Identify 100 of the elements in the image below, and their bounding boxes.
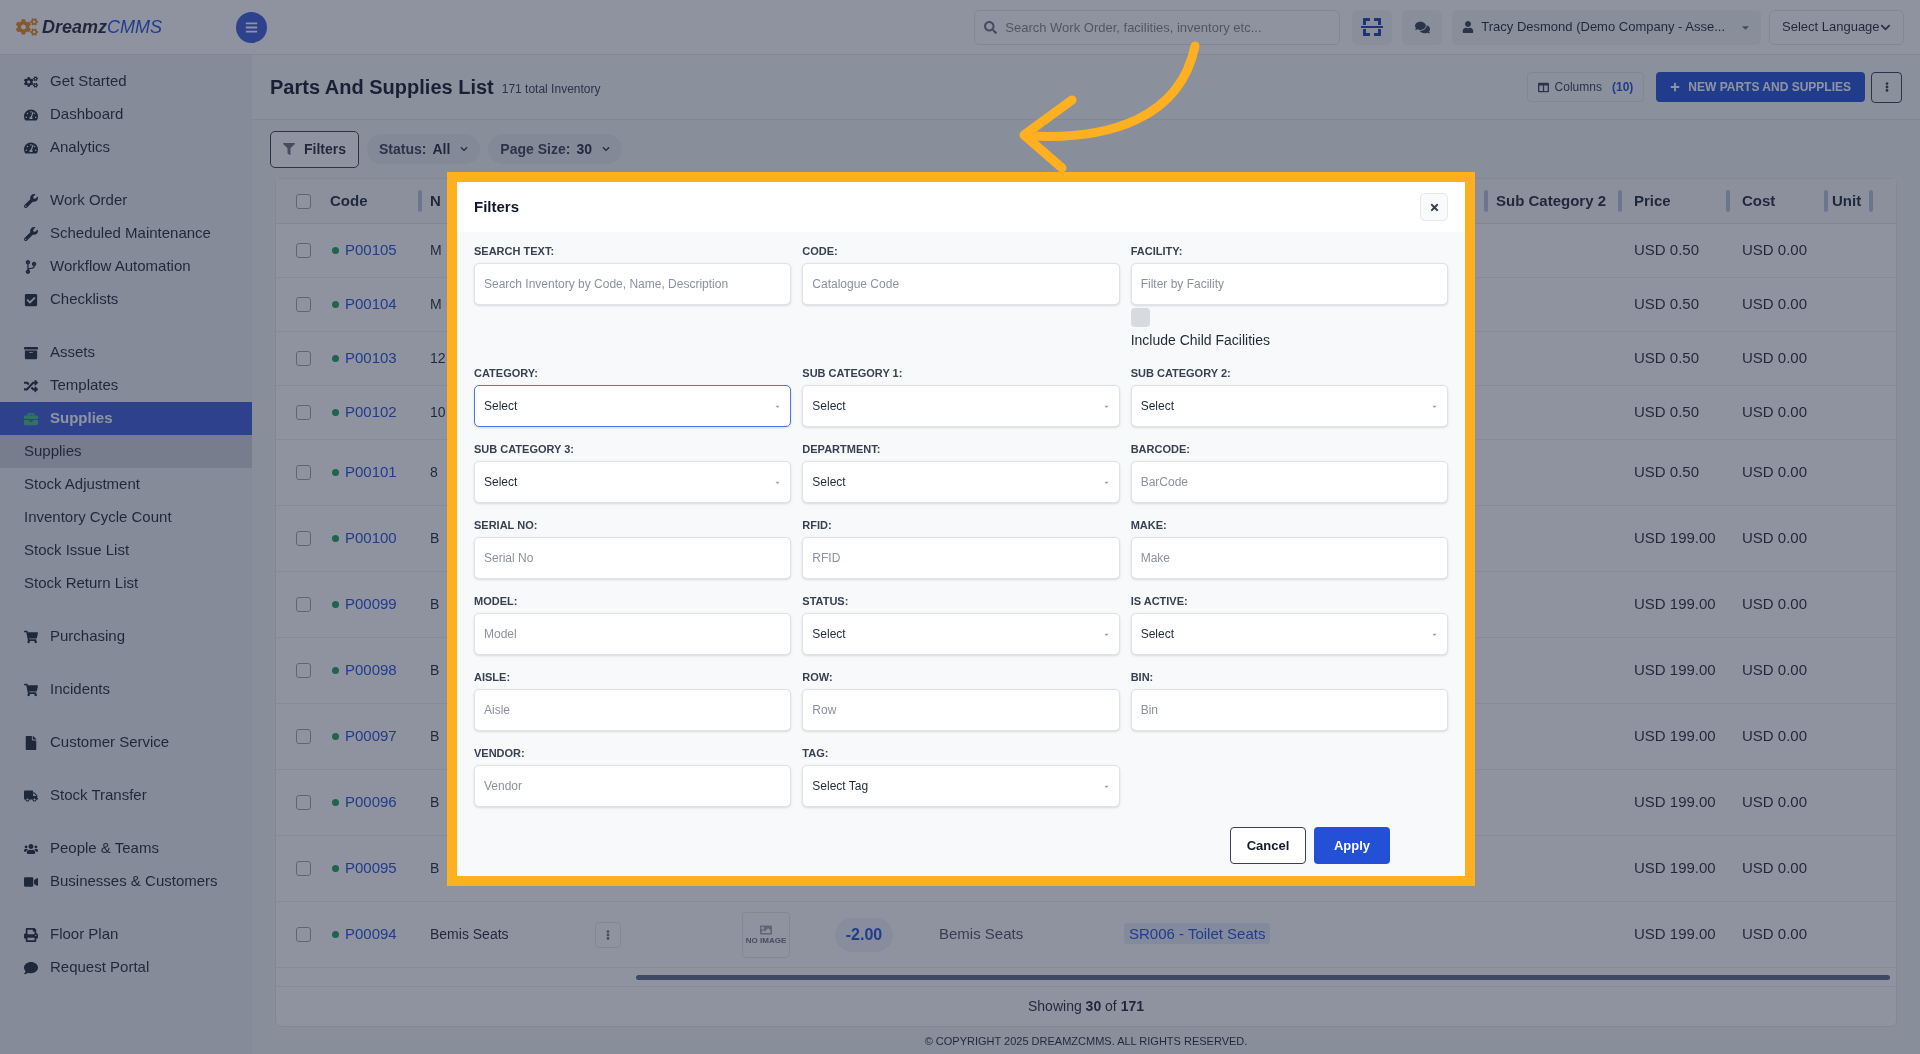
sidebar-subitem[interactable]: Stock Issue List: [0, 534, 252, 567]
select-field[interactable]: Select: [1130, 613, 1448, 655]
sidebar-item[interactable]: Templates: [0, 369, 252, 402]
sidebar-item[interactable]: Dashboard: [0, 98, 252, 131]
sidebar-item[interactable]: Incidents: [0, 673, 252, 706]
select-field[interactable]: Select: [802, 385, 1120, 427]
checkbox[interactable]: [295, 531, 311, 546]
input-field[interactable]: Model: [474, 613, 792, 655]
input-field[interactable]: RFID: [802, 537, 1120, 579]
select-field[interactable]: Select: [474, 385, 792, 427]
select-field[interactable]: Select Tag: [802, 765, 1120, 807]
sidebar-subitem[interactable]: Inventory Cycle Count: [0, 501, 252, 534]
field-label: BIN:: [1130, 670, 1155, 684]
sidebar-item[interactable]: Get Started: [0, 65, 252, 98]
input-field[interactable]: Make: [1130, 537, 1448, 579]
code-link[interactable]: P00098: [345, 659, 397, 682]
code-link[interactable]: P00105: [345, 239, 397, 262]
checkbox[interactable]: [295, 351, 311, 366]
field-label: STATUS:: [802, 594, 850, 608]
select-field[interactable]: Select: [802, 461, 1120, 503]
code-link[interactable]: P00095: [345, 857, 397, 880]
input-field[interactable]: Filter by Facility: [1130, 263, 1448, 305]
sidebar-item[interactable]: Stock Transfer: [0, 779, 252, 812]
code-link[interactable]: P00102: [345, 401, 397, 424]
checkbox[interactable]: [295, 927, 311, 942]
sidebar-item[interactable]: Purchasing: [0, 620, 252, 653]
category-tag[interactable]: SR006 - Toilet Seats: [1124, 923, 1271, 945]
sidebar-item[interactable]: Supplies: [0, 402, 252, 435]
input-field[interactable]: Search Inventory by Code, Name, Description: [474, 263, 792, 305]
column-header[interactable]: Unit: [1832, 189, 1862, 213]
sidebar-item[interactable]: Workflow Automation: [0, 250, 252, 283]
sidebar-item[interactable]: Assets: [0, 336, 252, 369]
column-header[interactable]: Code: [330, 189, 368, 213]
language-select[interactable]: Select Language: [1769, 9, 1904, 45]
sidebar-item[interactable]: Scheduled Maintenance: [0, 217, 252, 250]
cancel-button[interactable]: Cancel: [1230, 827, 1306, 864]
input-field[interactable]: BarCode: [1130, 461, 1448, 503]
sidebar-subitem[interactable]: Supplies: [0, 435, 252, 468]
more-options-button[interactable]: [1871, 71, 1902, 103]
close-button[interactable]: [1420, 193, 1448, 221]
sidebar-item[interactable]: Businesses & Customers: [0, 865, 252, 898]
sidebar-item[interactable]: Customer Service: [0, 726, 252, 759]
new-parts-button[interactable]: NEW PARTS AND SUPPLIES: [1656, 72, 1865, 102]
checkbox[interactable]: [295, 597, 311, 612]
checkbox[interactable]: [295, 465, 311, 480]
scan-button[interactable]: [1352, 9, 1393, 45]
horizontal-scrollbar[interactable]: [636, 974, 1890, 980]
checkbox[interactable]: [1130, 308, 1150, 327]
menu-button[interactable]: [236, 11, 267, 43]
column-header[interactable]: Sub Category 2: [1496, 189, 1607, 213]
chat-button[interactable]: [1402, 9, 1443, 45]
table-cell: B: [430, 728, 440, 745]
select-field[interactable]: Select: [1130, 385, 1448, 427]
sidebar-item[interactable]: People & Teams: [0, 832, 252, 865]
user-icon: [1462, 21, 1475, 33]
apply-button[interactable]: Apply: [1314, 827, 1390, 864]
checkbox[interactable]: [295, 297, 311, 312]
sidebar-item[interactable]: Checklists: [0, 283, 252, 316]
checkbox[interactable]: [295, 193, 311, 209]
sidebar-item[interactable]: Work Order: [0, 184, 252, 217]
row-menu-button[interactable]: [595, 921, 621, 948]
code-link[interactable]: P00103: [345, 347, 397, 370]
code-link[interactable]: P00094: [345, 923, 397, 946]
input-field[interactable]: Bin: [1130, 689, 1448, 731]
search-field[interactable]: Search Work Order, facilities, inventory etc...: [974, 9, 1341, 45]
filter-chip[interactable]: Page Size: 30: [488, 134, 622, 164]
column-header[interactable]: Cost: [1742, 189, 1776, 213]
video-camera-icon: [24, 874, 38, 889]
checkbox[interactable]: [295, 663, 311, 678]
checkbox[interactable]: [295, 861, 311, 876]
code-link[interactable]: P00101: [345, 461, 397, 484]
checkbox[interactable]: [295, 243, 311, 258]
filter-chip[interactable]: Status: All: [367, 134, 481, 164]
code-link[interactable]: P00096: [345, 791, 397, 814]
column-header[interactable]: Price: [1634, 189, 1671, 213]
sidebar-item[interactable]: Request Portal: [0, 951, 252, 984]
column-header[interactable]: N: [430, 191, 441, 209]
sidebar-item[interactable]: Analytics: [0, 131, 252, 164]
sidebar-item[interactable]: Floor Plan: [0, 918, 252, 951]
select-field[interactable]: Select: [802, 613, 1120, 655]
code-link[interactable]: P00097: [345, 725, 397, 748]
code-link[interactable]: P00100: [345, 527, 397, 550]
filters-button[interactable]: Filters: [270, 130, 359, 168]
input-field[interactable]: Vendor: [474, 765, 792, 807]
checkbox[interactable]: [295, 405, 311, 420]
checkbox[interactable]: [295, 729, 311, 744]
field-label: DEPARTMENT:: [802, 442, 882, 456]
input-field[interactable]: Aisle: [474, 689, 792, 731]
code-link[interactable]: P00104: [345, 293, 397, 316]
user-menu[interactable]: Tracy Desmond (Demo Company - Asse...: [1452, 9, 1761, 45]
sidebar-subitem[interactable]: Stock Return List: [0, 567, 252, 600]
input-field[interactable]: Serial No: [474, 537, 792, 579]
code-link[interactable]: P00099: [345, 593, 397, 616]
input-field[interactable]: Catalogue Code: [802, 263, 1120, 305]
columns-button[interactable]: Columns (10): [1526, 72, 1645, 102]
input-field[interactable]: Row: [802, 689, 1120, 731]
sidebar-subitem[interactable]: Stock Adjustment: [0, 468, 252, 501]
field-label: CODE:: [802, 244, 839, 258]
select-field[interactable]: Select: [474, 461, 792, 503]
checkbox[interactable]: [295, 795, 311, 810]
